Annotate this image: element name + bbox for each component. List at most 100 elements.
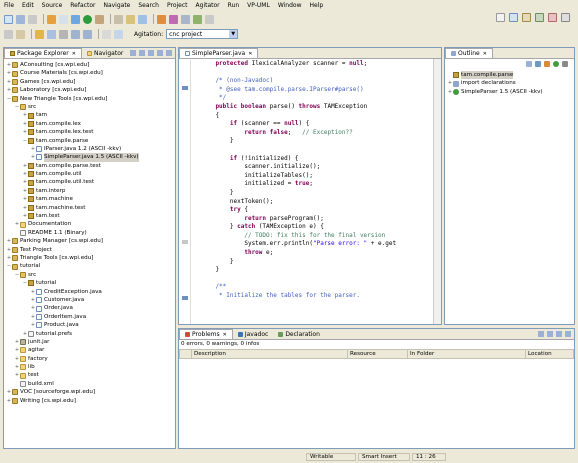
tree-item[interactable]: + factory [6, 355, 175, 363]
tree-item[interactable]: + Test Project [6, 246, 175, 254]
menu-refactor[interactable]: Refactor [70, 2, 95, 9]
tree-item[interactable]: + agitar [6, 346, 175, 354]
tree-item[interactable]: + test [6, 371, 175, 379]
chevron-down-icon[interactable]: ▼ [229, 30, 238, 38]
tree-item[interactable]: + tam.compile.lex [6, 120, 175, 128]
annotation-icon[interactable] [4, 29, 13, 39]
tree-item[interactable]: + Order.java [6, 304, 175, 312]
pin-icon[interactable] [102, 29, 111, 39]
tree-item[interactable]: README 1.1 (Binary) [6, 229, 175, 237]
tree-item[interactable]: + Writing [cs.wpi.edu] [6, 397, 175, 405]
agitation-select[interactable]: cnc project ▼ [166, 29, 239, 39]
tree-item[interactable]: + VOC [sourceforge.wpi.edu] [6, 388, 175, 396]
tree-item[interactable]: − tam.compile.parse [6, 137, 175, 145]
minimize-icon[interactable] [157, 50, 163, 56]
tree-item[interactable]: + tam.compile.lex.test [6, 128, 175, 136]
menu-edit[interactable]: Edit [22, 2, 34, 9]
editor-vertical-scrollbar[interactable] [433, 59, 441, 324]
tree-item[interactable]: − tutorial [6, 262, 175, 270]
menu-vp-uml[interactable]: VP-UML [247, 2, 270, 9]
coverage-icon[interactable] [181, 14, 190, 24]
tree-item[interactable]: build.xml [6, 380, 175, 388]
fold-marker-icon[interactable] [182, 296, 188, 300]
tree-item[interactable]: + Course Materials [cs.wpi.edu] [6, 69, 175, 77]
tab-problems[interactable]: Problems ✕ [179, 329, 233, 339]
tab-declaration[interactable]: Declaration [273, 329, 325, 339]
tree-item[interactable]: − tutorial [6, 279, 175, 287]
external-tools-icon[interactable] [95, 14, 104, 24]
dashboard-icon[interactable] [169, 14, 178, 24]
cvs-perspective-icon[interactable] [522, 13, 531, 22]
column-header-in-folder[interactable]: In Folder [407, 349, 526, 359]
tree-item[interactable]: + lib [6, 363, 175, 371]
tree-item[interactable]: + Parking Manager [cs.wpi.edu] [6, 237, 175, 245]
filter-icon[interactable] [538, 331, 544, 337]
close-icon[interactable]: ✕ [248, 51, 252, 57]
hide-nonpublic-icon[interactable] [553, 61, 559, 67]
tab-javadoc[interactable]: Javadoc [233, 329, 273, 339]
menu-help[interactable]: Help [310, 2, 324, 9]
resource-perspective-icon[interactable] [561, 13, 570, 22]
prev-annotation-icon[interactable] [47, 29, 56, 39]
editor-gutter[interactable] [179, 60, 191, 324]
sort-icon[interactable] [526, 61, 532, 67]
forward-icon[interactable] [83, 29, 92, 39]
column-header-description[interactable]: Description [191, 349, 348, 359]
hide-fields-icon[interactable] [535, 61, 541, 67]
open-resource-icon[interactable] [126, 14, 135, 24]
tree-item[interactable]: + SimpleParser 1.5 (ASCII -kkv) [447, 88, 574, 96]
debug-perspective-icon[interactable] [535, 13, 544, 22]
next-annotation-icon[interactable] [35, 29, 44, 39]
tree-item[interactable]: − src [6, 271, 175, 279]
tree-item[interactable]: + tutorial.prefs [6, 330, 175, 338]
menu-navigate[interactable]: Navigate [103, 2, 130, 9]
menu-project[interactable]: Project [167, 2, 188, 9]
tree-item[interactable]: + Product.java [6, 321, 175, 329]
tree-item[interactable]: + SimpleParser.java 1.5 (ASCII -kkv) [6, 153, 175, 162]
menu-search[interactable]: Search [138, 2, 159, 9]
code-area[interactable]: protected IlexicalAnalyzer scanner = nul… [201, 60, 441, 324]
tree-item[interactable]: + Laboratory [cs.wpi.edu] [6, 86, 175, 94]
tree-item[interactable]: + junit.jar [6, 338, 175, 346]
tree-item[interactable]: + Games [cs.wpi.edu] [6, 78, 175, 86]
collapse-all-icon[interactable] [130, 50, 136, 56]
view-menu-icon[interactable] [547, 331, 553, 337]
tab-outline[interactable]: Outline ✕ [445, 48, 493, 58]
hide-static-icon[interactable] [544, 61, 550, 67]
open-type-icon[interactable] [114, 14, 123, 24]
minimize-icon[interactable] [556, 331, 562, 337]
tree-item[interactable]: + Documentation [6, 220, 175, 228]
tree-item[interactable]: tam.compile.parse [447, 71, 574, 80]
open-perspective-icon[interactable] [496, 13, 505, 22]
tree-item[interactable]: + tam.compile.util.test [6, 178, 175, 186]
last-edit-icon[interactable] [59, 29, 68, 39]
tree-item[interactable]: + IParser.java 1.2 (ASCII -kkv) [6, 145, 175, 153]
tab-simpleparser-java[interactable]: SimpleParser.java ✕ [179, 48, 259, 58]
tree-item[interactable]: + AConsulting [cs.wpi.edu] [6, 61, 175, 69]
column-header-location[interactable]: Location [525, 349, 574, 359]
save-icon[interactable] [16, 14, 25, 24]
menu-agitator[interactable]: Agitator [196, 2, 220, 9]
menu-window[interactable]: Window [278, 2, 302, 9]
menu-run[interactable]: Run [228, 2, 240, 9]
close-icon[interactable]: ✕ [483, 51, 487, 57]
close-icon[interactable]: ✕ [72, 51, 76, 57]
view-menu-icon[interactable] [148, 50, 154, 56]
new-package-icon[interactable] [47, 14, 56, 24]
tree-item[interactable]: + tam.compile.parse.test [6, 162, 175, 170]
tab-navigator[interactable]: Navigator [82, 48, 128, 58]
tree-item[interactable]: + Customer.java [6, 296, 175, 304]
tree-item[interactable]: − New Triangle Tools [cs.wpi.edu] [6, 95, 175, 103]
agitate-icon[interactable] [157, 14, 166, 24]
tree-item[interactable]: + tam.compile.util [6, 170, 175, 178]
column-header-icon[interactable] [179, 349, 192, 359]
maximize-icon[interactable] [565, 331, 571, 337]
tree-item[interactable]: + tam.interp [6, 187, 175, 195]
debug-icon[interactable] [71, 14, 80, 24]
run-icon[interactable] [83, 14, 92, 24]
tree-item[interactable]: + tam.machine [6, 195, 175, 203]
settings-icon[interactable] [205, 14, 214, 24]
java-perspective-icon[interactable] [509, 13, 518, 22]
new-class-icon[interactable] [59, 14, 68, 24]
search-icon[interactable] [138, 14, 147, 24]
